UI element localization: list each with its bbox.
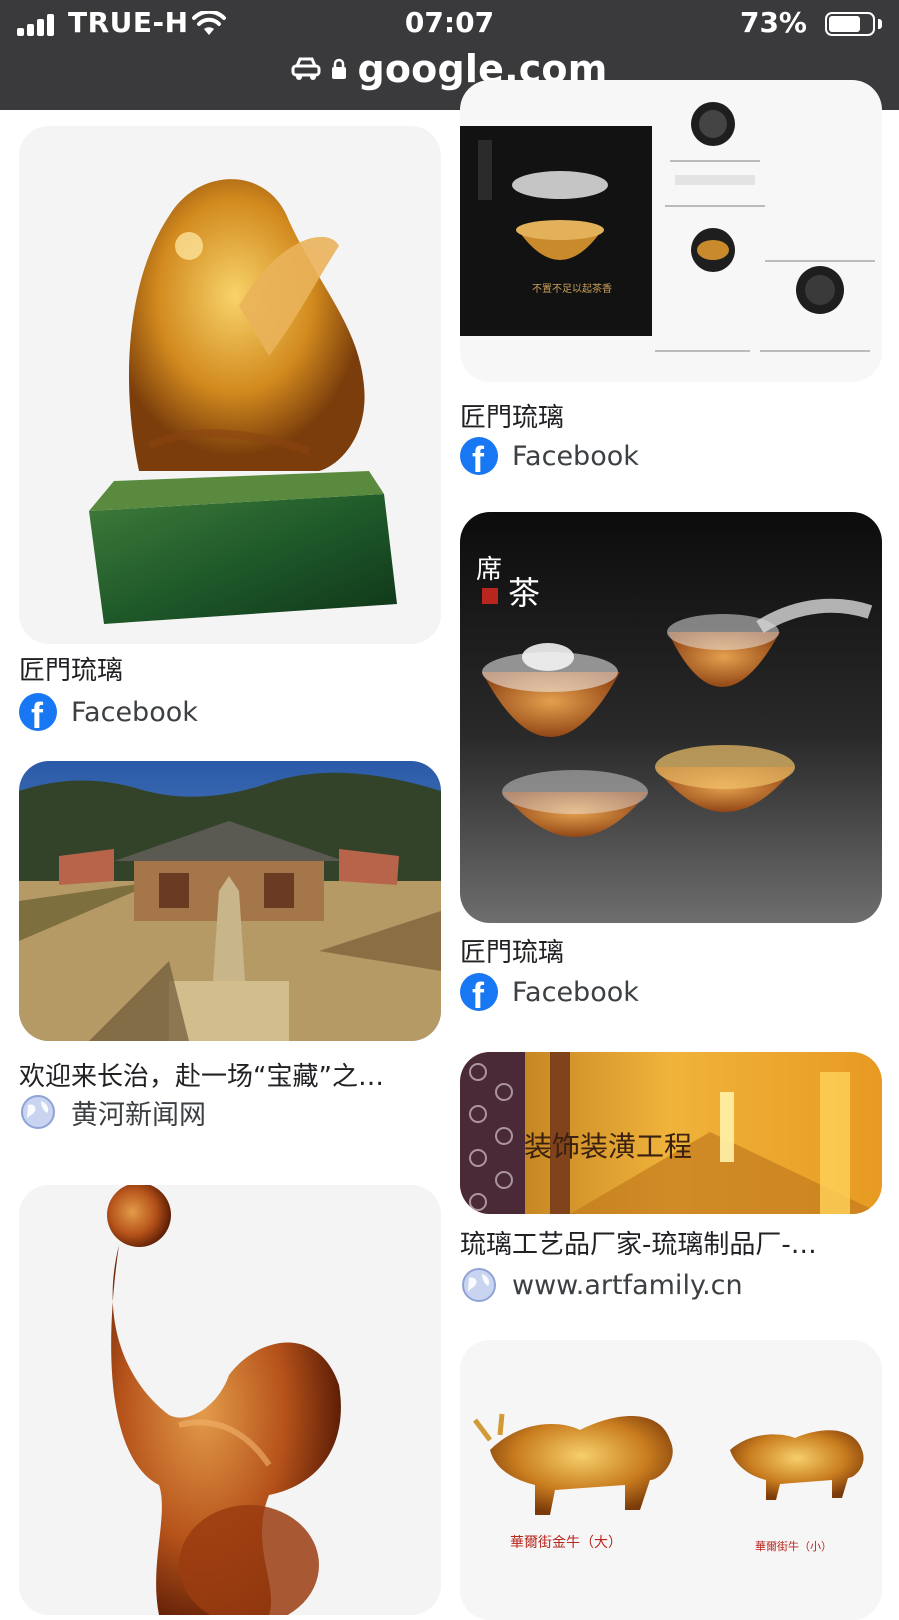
result-source[interactable]: 黄河新闻网 <box>19 1092 206 1132</box>
result-thumbnail[interactable]: 装饰装潢工程 <box>460 1052 882 1214</box>
source-name: 黄河新闻网 <box>71 1099 206 1131</box>
facebook-icon: f <box>460 437 498 475</box>
result-thumbnail[interactable] <box>19 761 441 1041</box>
facebook-icon: f <box>19 693 57 731</box>
result-title[interactable]: 琉璃工艺品厂家-琉璃制品厂-… <box>460 1224 882 1261</box>
image-label: 華爾街牛（小） <box>755 1539 832 1553</box>
result-thumbnail[interactable]: 不置不足以起茶香 <box>460 80 882 382</box>
facebook-icon: f <box>460 973 498 1011</box>
globe-icon <box>462 1268 496 1302</box>
image-label: 華爾街金牛（大） <box>510 1535 622 1551</box>
source-name: Facebook <box>512 976 639 1008</box>
battery-cap <box>878 19 882 29</box>
battery-icon <box>825 12 875 36</box>
result-thumbnail[interactable]: 華爾街金牛（大） 華爾街牛（小） <box>460 1340 882 1620</box>
image-banner-text: 席 <box>476 555 502 585</box>
battery-percent: 73% <box>739 6 807 39</box>
result-source[interactable]: www.artfamily.cn <box>460 1265 743 1305</box>
image-banner-char: 茶 <box>508 574 540 612</box>
car-icon <box>291 57 321 80</box>
result-source[interactable]: f Facebook <box>19 692 198 732</box>
result-title[interactable]: 匠門琉璃 <box>460 932 882 969</box>
result-thumbnail[interactable] <box>19 1185 441 1615</box>
result-title[interactable]: 匠門琉璃 <box>19 650 441 687</box>
result-source[interactable]: f Facebook <box>460 972 639 1012</box>
result-title[interactable]: 欢迎来长治，赴一场“宝藏”之… <box>19 1056 441 1093</box>
image-banner-text: 装饰装潢工程 <box>524 1130 692 1163</box>
image-promo-text: 不置不足以起茶香 <box>532 282 612 295</box>
lock-icon <box>332 58 347 79</box>
result-title[interactable]: 匠門琉璃 <box>460 397 882 434</box>
result-thumbnail[interactable] <box>19 126 441 644</box>
result-thumbnail[interactable]: 席 茶 <box>460 512 882 923</box>
source-name: www.artfamily.cn <box>512 1269 743 1301</box>
status-bar: TRUE-H 07:07 73% <box>0 0 899 48</box>
result-source[interactable]: f Facebook <box>460 436 639 476</box>
source-name: Facebook <box>71 696 198 728</box>
globe-icon <box>21 1095 55 1129</box>
source-name: Facebook <box>512 440 639 472</box>
